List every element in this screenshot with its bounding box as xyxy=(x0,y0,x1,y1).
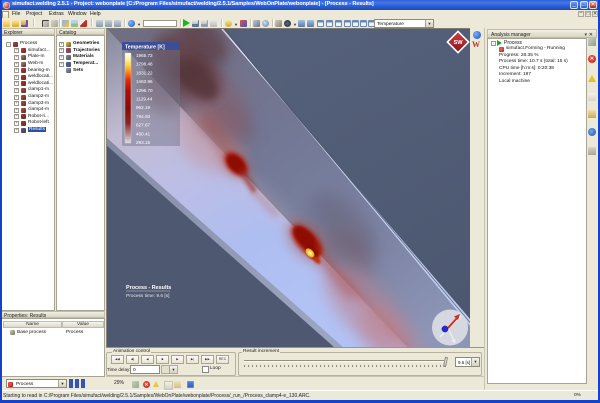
svg-text:962.19: 962.19 xyxy=(136,105,150,110)
svg-text:Temperature [K]: Temperature [K] xyxy=(125,44,165,50)
svg-text:293.15: 293.15 xyxy=(136,140,150,145)
svg-text:Process time: 9.6 [s]: Process time: 9.6 [s] xyxy=(126,293,169,299)
svg-text:1798.48: 1798.48 xyxy=(136,62,153,67)
svg-text:1631.22: 1631.22 xyxy=(136,70,153,75)
svg-text:1129.44: 1129.44 xyxy=(136,97,153,102)
svg-text:794.93: 794.93 xyxy=(136,114,150,119)
svg-text:Process - Results: Process - Results xyxy=(126,285,171,291)
svg-text:627.67: 627.67 xyxy=(136,123,150,128)
svg-text:SW: SW xyxy=(453,40,463,46)
svg-text:1463.96: 1463.96 xyxy=(136,79,153,84)
svg-text:1296.70: 1296.70 xyxy=(136,88,153,93)
svg-text:1965.73: 1965.73 xyxy=(136,53,153,58)
svg-text:460.41: 460.41 xyxy=(136,131,150,136)
